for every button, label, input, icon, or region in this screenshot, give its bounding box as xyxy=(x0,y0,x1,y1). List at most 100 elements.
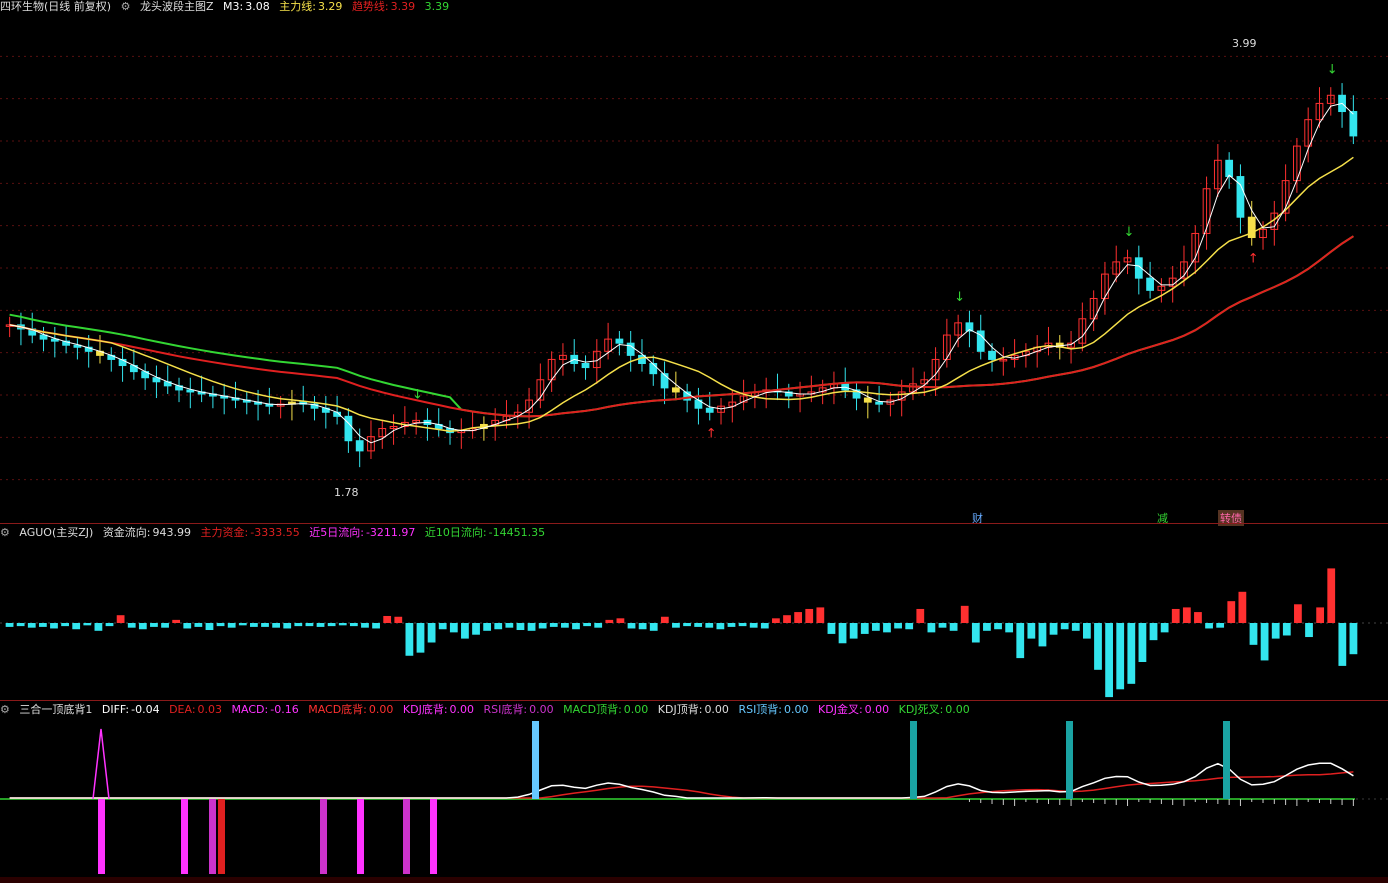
d10-flow-label: 近10日流向: xyxy=(424,526,487,539)
flow-bar xyxy=(116,615,125,623)
candle-down xyxy=(1146,277,1154,291)
flow-bar xyxy=(905,623,914,630)
flow-bar xyxy=(183,623,192,629)
rsi-bottom-value: 0.00 xyxy=(529,703,554,716)
flow-bar xyxy=(5,623,14,627)
flow-bar xyxy=(294,623,303,627)
flow-bar xyxy=(1060,623,1069,630)
flow-bar xyxy=(438,623,447,630)
flow-bar xyxy=(583,623,591,627)
diff-label: DIFF: xyxy=(101,703,130,716)
flow-bar xyxy=(72,623,81,630)
flow-bar xyxy=(172,619,181,623)
low-price-label: 1.78 xyxy=(334,486,359,499)
flow-bar xyxy=(1116,623,1125,690)
flow-bar xyxy=(894,623,902,629)
main-chart-header: 四环生物(日线 前复权) ⚙ 龙头波段主图Z M3: 3.08 主力线: 3.29 … xyxy=(0,0,455,14)
flow-bar xyxy=(1327,568,1336,623)
macd-top-label: MACD顶背: xyxy=(563,703,622,716)
flow-bar xyxy=(161,623,169,628)
flow-header: ⚙ AGUO(主买ZJ) 资金流向: 943.99 主力资金: -3333.55 近… xyxy=(0,526,551,540)
flow-bar xyxy=(1216,623,1225,628)
panel-divider-1 xyxy=(0,523,1388,524)
flow-bar xyxy=(1227,601,1236,623)
flow-bar xyxy=(960,605,969,623)
bottom-divergence-bar xyxy=(403,799,410,874)
m3-line xyxy=(9,102,1354,444)
flow-bar xyxy=(827,623,836,634)
flow-bar xyxy=(238,623,247,626)
flow-bar xyxy=(1282,623,1291,636)
diff-line xyxy=(9,762,1354,799)
d5-flow-value: -3211.97 xyxy=(365,526,416,539)
candle-down xyxy=(1349,111,1358,137)
flow-bar xyxy=(871,623,880,631)
flow-bar xyxy=(860,623,869,634)
flow-bar xyxy=(1171,608,1180,623)
flow-bar xyxy=(594,623,603,628)
flow-bar xyxy=(50,623,58,629)
flow-bar xyxy=(83,623,92,626)
flow-bar xyxy=(1149,623,1158,641)
flow-bar xyxy=(738,623,747,627)
flow-bar xyxy=(227,623,236,628)
flow-bar xyxy=(1038,623,1047,647)
flow-bar xyxy=(994,623,1002,630)
top-divergence-bar xyxy=(1066,721,1073,799)
buy-arrow-icon: ↑ xyxy=(1248,252,1259,267)
flow-bar xyxy=(16,623,25,627)
gear-icon[interactable]: ⚙ xyxy=(121,0,131,13)
kdj-top-value: 0.00 xyxy=(704,703,729,716)
bottom-divergence-bar xyxy=(181,799,188,874)
divergence-chart xyxy=(0,721,1388,874)
flow-bar xyxy=(538,623,547,629)
flow-bar xyxy=(983,623,991,631)
flow-bar xyxy=(216,623,225,627)
flow-chart xyxy=(0,568,1388,698)
flow-bar xyxy=(694,623,703,627)
flow-bar xyxy=(1338,623,1347,666)
flow-bar xyxy=(1294,604,1302,623)
flow-bar xyxy=(849,623,858,639)
main-fund-value: -3333.55 xyxy=(250,526,300,539)
high-price-label: 3.99 xyxy=(1232,37,1257,50)
flow-bar xyxy=(394,616,403,623)
flow-bar xyxy=(716,623,725,630)
flow-bar xyxy=(283,623,292,629)
main-fund-label: 主力资金: xyxy=(200,526,249,539)
flow-bar xyxy=(572,623,580,630)
flow-bar xyxy=(727,623,736,627)
flow-bar xyxy=(1071,623,1080,631)
macd-header: ⚙ 三合一顶底背1 DIFF: -0.04 DEA: 0.03 MACD: -0.16… xyxy=(0,703,976,717)
main-force-line xyxy=(9,156,1354,432)
kdj-gold-label: KDJ金叉: xyxy=(818,703,863,716)
flow-bar xyxy=(1194,612,1202,623)
flow-bar xyxy=(749,623,758,628)
candle-down xyxy=(1225,159,1234,178)
rsi-top-value: 0.00 xyxy=(784,703,809,716)
price-chart: ↓ ↑ ↓ ↓ ↑ ↓ xyxy=(0,55,1388,481)
candle-down xyxy=(875,401,883,405)
bottom-divergence-bar xyxy=(98,799,105,874)
dea-value: 0.03 xyxy=(197,703,223,716)
macd-name: 三合一顶底背1 xyxy=(19,703,93,716)
flow-bar xyxy=(1305,623,1313,638)
flow-bar xyxy=(505,623,514,628)
flow-bar xyxy=(683,623,691,627)
flow-bar xyxy=(883,623,891,633)
gear-icon[interactable]: ⚙ xyxy=(0,526,10,539)
bottom-divergence-bar xyxy=(320,799,327,874)
extra-value: 3.39 xyxy=(424,0,450,13)
flow-bar xyxy=(316,623,325,627)
flow-bar xyxy=(494,623,503,630)
candle-down xyxy=(671,387,680,393)
flow-bar xyxy=(527,623,536,631)
gear-icon[interactable]: ⚙ xyxy=(0,703,10,716)
flow-bar xyxy=(1271,623,1280,639)
flow-bar xyxy=(549,623,558,627)
top-divergence-bar xyxy=(532,721,539,799)
stock-title: 四环生物(日线 前复权) xyxy=(0,0,112,13)
flow-bar xyxy=(1083,623,1091,639)
indicator-name: 龙头波段主图Z xyxy=(139,0,214,13)
flow-bar xyxy=(772,618,780,623)
